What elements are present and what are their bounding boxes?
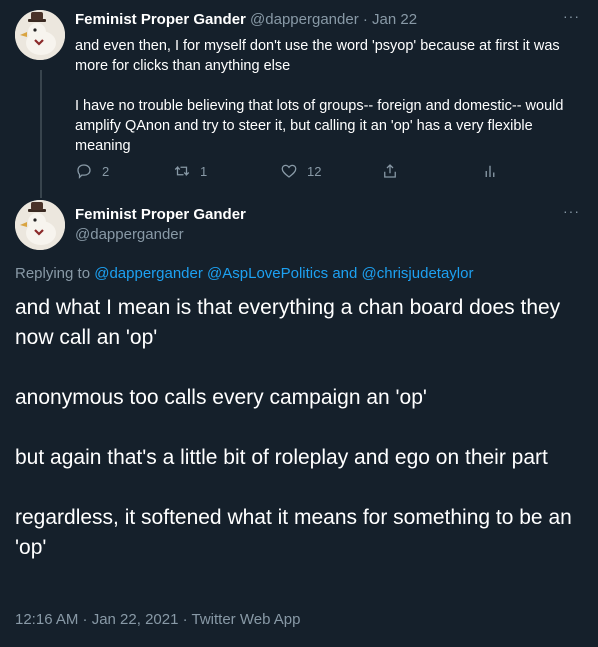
analytics-icon [485, 165, 495, 177]
tweet-paragraph: regardless, it softened what it means fo… [15, 506, 572, 559]
separator: · [362, 11, 368, 28]
author-handle[interactable]: @dappergander [250, 11, 359, 28]
share-button[interactable] [381, 162, 399, 180]
author-handle[interactable]: @dappergander [75, 226, 184, 243]
tweet-date[interactable]: Jan 22 [372, 11, 417, 28]
tweet-header: Feminist Proper Gander @dappergander · J… [75, 11, 417, 28]
like-count: 12 [307, 163, 322, 179]
avatar-duck-icon [15, 200, 65, 250]
mention-link[interactable]: @dappergander [94, 265, 203, 282]
avatar[interactable] [15, 200, 65, 250]
tweet-paragraph: anonymous too calls every campaign an 'o… [15, 386, 427, 409]
like-icon [281, 164, 297, 178]
retweet-count: 1 [200, 163, 208, 179]
tweet-paragraph: but again that's a little bit of rolepla… [15, 446, 548, 469]
reply-count: 2 [102, 163, 110, 179]
replying-prefix: Replying to [15, 265, 95, 282]
author-name[interactable]: Feminist Proper Gander [75, 11, 246, 28]
tweet-paragraph: and even then, I for myself don't use th… [75, 38, 560, 74]
tweet-paragraph: I have no trouble believing that lots of… [75, 98, 564, 154]
more-options-button[interactable]: ··· [563, 203, 580, 219]
like-button[interactable]: 12 [280, 162, 321, 180]
more-options-button[interactable]: ··· [563, 8, 580, 24]
thread-connector-line [40, 70, 42, 198]
reply-icon [77, 164, 91, 179]
tweet-text: and what I mean is that everything a cha… [15, 293, 585, 563]
avatar[interactable] [15, 10, 65, 60]
tweet-paragraph: and what I mean is that everything a cha… [15, 296, 561, 349]
retweet-icon [174, 165, 190, 177]
tweet-actions: 2 1 12 [75, 160, 515, 182]
retweet-button[interactable]: 1 [173, 162, 207, 180]
replying-to: Replying to @dappergander @AspLovePoliti… [15, 265, 473, 282]
avatar-duck-icon [15, 10, 65, 60]
tweet-text: and even then, I for myself don't use th… [75, 36, 585, 156]
analytics-button[interactable] [481, 162, 499, 180]
mention-link[interactable]: @AspLovePolitics [207, 265, 328, 282]
replying-and: and [328, 265, 362, 282]
share-icon [384, 164, 396, 178]
author-name[interactable]: Feminist Proper Gander [75, 206, 246, 223]
reply-button[interactable]: 2 [75, 162, 109, 180]
tweet-timestamp[interactable]: 12:16 AM · Jan 22, 2021 · Twitter Web Ap… [15, 611, 300, 628]
mention-link[interactable]: @chrisjudetaylor [362, 265, 474, 282]
